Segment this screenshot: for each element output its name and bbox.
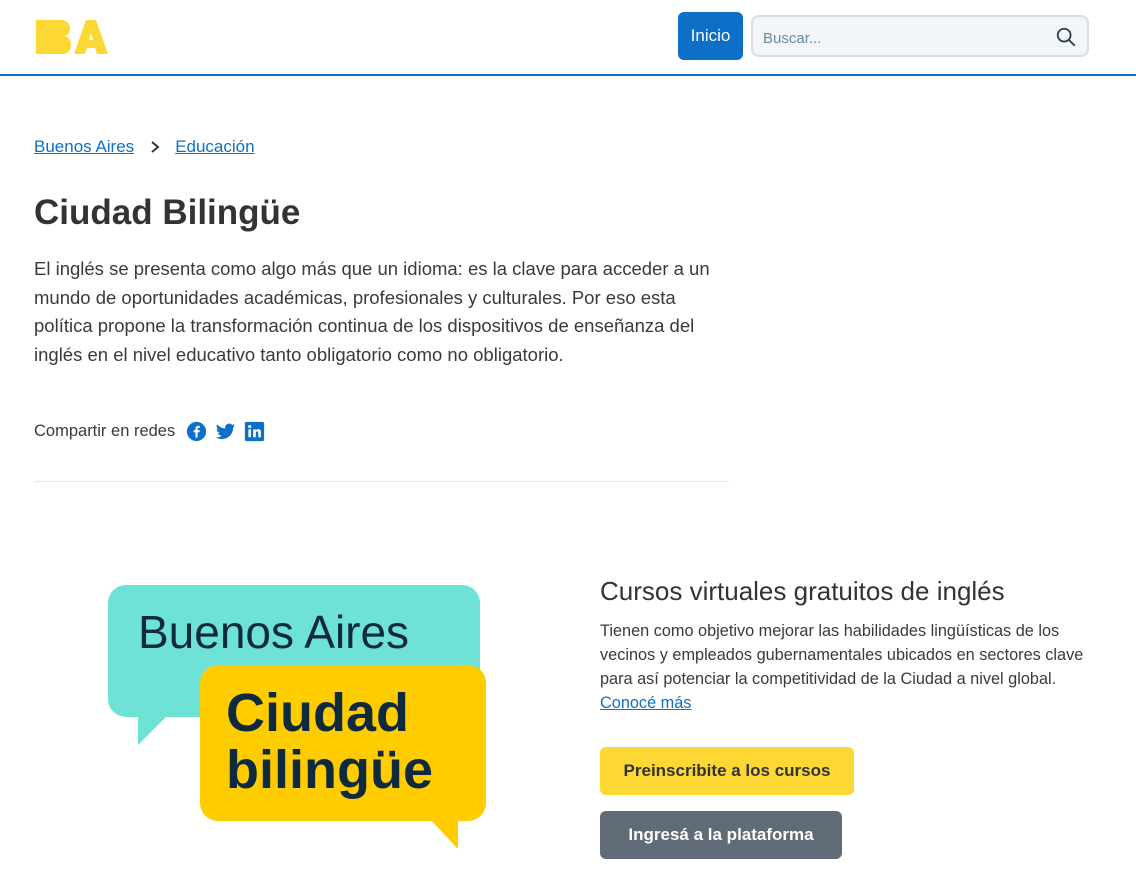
inicio-button[interactable]: Inicio [678, 12, 743, 60]
search-box [751, 15, 1089, 57]
ciudad-bilingue-banner: Buenos Aires Ciudad bilingüe [108, 585, 486, 849]
share-label: Compartir en redes [34, 422, 176, 440]
linkedin-icon[interactable] [244, 421, 265, 442]
section-divider [34, 481, 729, 482]
preinscribite-button[interactable]: Preinscribite a los cursos [600, 747, 854, 795]
ba-logo[interactable]: BA [34, 18, 108, 56]
ingresa-plataforma-button[interactable]: Ingresá a la plataforma [600, 811, 842, 859]
breadcrumb: Buenos Aires Educación [34, 137, 255, 157]
card-title: Cursos virtuales gratuitos de inglés [600, 576, 1005, 606]
search-icon[interactable] [1055, 26, 1077, 48]
page-title: Ciudad Bilingüe [34, 193, 301, 232]
breadcrumb-link-educacion[interactable]: Educación [175, 137, 254, 157]
intro-paragraph: El inglés se presenta como algo más que … [34, 258, 710, 365]
facebook-icon[interactable] [186, 421, 207, 442]
twitter-icon[interactable] [215, 421, 236, 442]
svg-text:bilingüe: bilingüe [226, 740, 433, 800]
card-body-text: Tienen como objetivo mejorar las habilid… [600, 622, 1084, 688]
site-header: BA Inicio [0, 0, 1136, 76]
chevron-right-icon [151, 141, 160, 153]
search-input[interactable] [761, 25, 1045, 51]
share-bar: Compartir en redes [34, 421, 265, 442]
svg-text:Ciudad: Ciudad [226, 683, 409, 743]
conoce-mas-link[interactable]: Conocé más [600, 694, 691, 712]
breadcrumb-link-buenos-aires[interactable]: Buenos Aires [34, 137, 134, 157]
svg-text:Buenos Aires: Buenos Aires [138, 606, 409, 658]
card-body: Tienen como objetivo mejorar las habilid… [600, 619, 1090, 715]
